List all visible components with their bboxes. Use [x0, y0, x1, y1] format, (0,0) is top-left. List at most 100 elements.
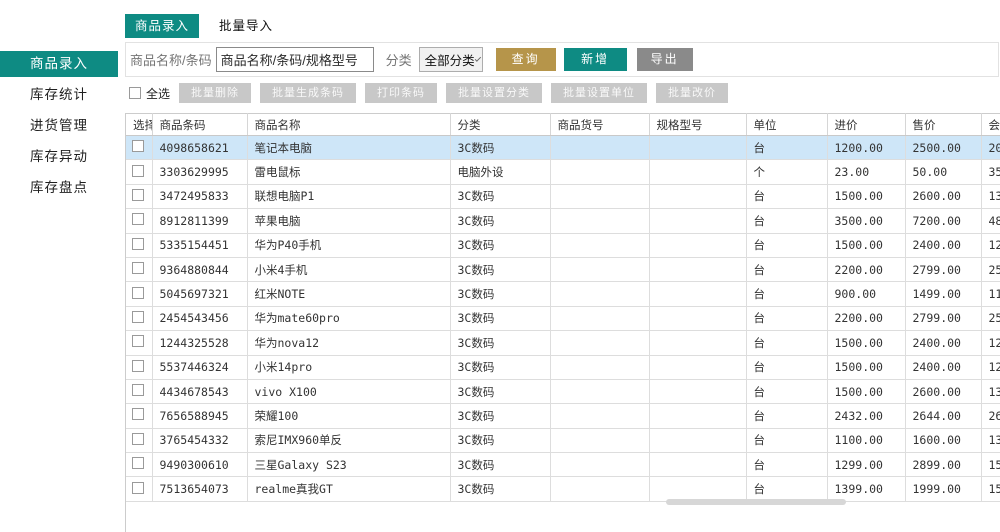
table-row[interactable]: 3765454332 索尼IMX960单反 3C数码 台 1100.00 160…	[126, 428, 1000, 452]
cell-name: 索尼IMX960单反	[247, 428, 450, 452]
cell-cost: 3500.00	[827, 209, 905, 233]
tab[interactable]: 批量导入	[209, 14, 283, 38]
sidebar-item[interactable]: 库存盘点	[0, 175, 118, 201]
table-row[interactable]: 9364880844 小米4手机 3C数码 台 2200.00 2799.00 …	[126, 257, 1000, 281]
table-row[interactable]: 5335154451 华为P40手机 3C数码 台 1500.00 2400.0…	[126, 233, 1000, 257]
table-row[interactable]: 7656588945 荣耀100 3C数码 台 2432.00 2644.00 …	[126, 404, 1000, 428]
cell-spec	[649, 282, 746, 306]
tab[interactable]: 商品录入	[125, 14, 199, 38]
cell-cost: 1500.00	[827, 379, 905, 403]
table-row[interactable]: 1244325528 华为nova12 3C数码 台 1500.00 2400.…	[126, 331, 1000, 355]
row-checkbox[interactable]	[132, 335, 144, 347]
row-checkbox[interactable]	[132, 287, 144, 299]
cell-sku	[550, 160, 649, 184]
table-row[interactable]: 8912811399 苹果电脑 3C数码 台 3500.00 7200.00 4…	[126, 209, 1000, 233]
cell-price: 2500.00	[905, 136, 981, 160]
cell-category: 3C数码	[450, 404, 550, 428]
cell-unit: 台	[746, 355, 827, 379]
cell-category: 3C数码	[450, 331, 550, 355]
category-select-value: 全部分类	[425, 50, 475, 69]
cell-sku	[550, 477, 649, 501]
sidebar-item[interactable]: 商品录入	[0, 51, 118, 77]
table-row[interactable]: 9490300610 三星Galaxy S23 3C数码 台 1299.00 2…	[126, 453, 1000, 477]
table-row[interactable]: 2454543456 华为mate60pro 3C数码 台 2200.00 27…	[126, 306, 1000, 330]
cell-price: 2400.00	[905, 355, 981, 379]
cell-member: 25	[981, 306, 1000, 330]
table-row[interactable]: 7513654073 realme真我GT 3C数码 台 1399.00 199…	[126, 477, 1000, 501]
cell-unit: 台	[746, 379, 827, 403]
add-button[interactable]: 新增	[564, 48, 627, 71]
row-checkbox[interactable]	[132, 189, 144, 201]
row-checkbox[interactable]	[132, 457, 144, 469]
table-row[interactable]: 5045697321 红米NOTE 3C数码 台 900.00 1499.00 …	[126, 282, 1000, 306]
cell-sku	[550, 404, 649, 428]
row-checkbox[interactable]	[132, 408, 144, 420]
row-checkbox[interactable]	[132, 165, 144, 177]
sidebar-item[interactable]: 库存统计	[0, 82, 118, 108]
cell-unit: 台	[746, 257, 827, 281]
cell-price: 2600.00	[905, 184, 981, 208]
table-row[interactable]: 4098658621 笔记本电脑 3C数码 台 1200.00 2500.00 …	[126, 136, 1000, 160]
cell-unit: 台	[746, 331, 827, 355]
cell-barcode: 4434678543	[152, 379, 247, 403]
sidebar-item[interactable]: 进货管理	[0, 113, 118, 139]
table-row[interactable]: 3472495833 联想电脑P1 3C数码 台 1500.00 2600.00…	[126, 184, 1000, 208]
cell-member: 25	[981, 257, 1000, 281]
cell-category: 3C数码	[450, 306, 550, 330]
cell-price: 2799.00	[905, 257, 981, 281]
row-checkbox[interactable]	[132, 384, 144, 396]
cell-name: 华为P40手机	[247, 233, 450, 257]
product-search-label: 商品名称/条码	[130, 50, 212, 69]
product-search-input[interactable]	[216, 47, 374, 72]
cell-sku	[550, 355, 649, 379]
cell-member: 35	[981, 160, 1000, 184]
cell-member: 13	[981, 184, 1000, 208]
row-checkbox[interactable]	[132, 238, 144, 250]
cell-name: 雷电鼠标	[247, 160, 450, 184]
row-checkbox[interactable]	[132, 311, 144, 323]
cell-member: 12	[981, 233, 1000, 257]
cell-sku	[550, 453, 649, 477]
cell-unit: 个	[746, 160, 827, 184]
horizontal-scrollbar-thumb[interactable]	[666, 499, 846, 505]
cell-cost: 900.00	[827, 282, 905, 306]
cell-spec	[649, 257, 746, 281]
table-header-cell: 分类	[450, 114, 550, 136]
batch-button[interactable]: 批量生成条码	[260, 83, 356, 103]
cell-sku	[550, 184, 649, 208]
product-table-container: 选择 商品条码 商品名称 分类 商品货号 规格型号 单位 进价	[125, 113, 1000, 532]
cell-category: 3C数码	[450, 379, 550, 403]
cell-cost: 1500.00	[827, 331, 905, 355]
row-checkbox[interactable]	[132, 433, 144, 445]
row-checkbox[interactable]	[132, 482, 144, 494]
export-button[interactable]: 导出	[637, 48, 693, 71]
query-button[interactable]: 查询	[496, 48, 556, 71]
cell-barcode: 3765454332	[152, 428, 247, 452]
batch-button[interactable]: 批量设置分类	[446, 83, 542, 103]
row-checkbox[interactable]	[132, 213, 144, 225]
table-row[interactable]: 4434678543 vivo X100 3C数码 台 1500.00 2600…	[126, 379, 1000, 403]
cell-cost: 1500.00	[827, 184, 905, 208]
cell-spec	[649, 306, 746, 330]
row-checkbox[interactable]	[132, 262, 144, 274]
cell-unit: 台	[746, 428, 827, 452]
row-checkbox[interactable]	[132, 360, 144, 372]
batch-buttons: 批量删除 批量生成条码 打印条码 批量设置分类 批量设置单位 批量改价	[170, 83, 728, 103]
table-row[interactable]: 3303629995 雷电鼠标 电脑外设 个 23.00 50.00 35	[126, 160, 1000, 184]
cell-barcode: 7656588945	[152, 404, 247, 428]
row-checkbox[interactable]	[132, 140, 144, 152]
sidebar-item[interactable]: 库存异动	[0, 144, 118, 170]
batch-button[interactable]: 批量设置单位	[551, 83, 647, 103]
category-select[interactable]: 全部分类	[419, 47, 483, 72]
table-row[interactable]: 5537446324 小米14pro 3C数码 台 1500.00 2400.0…	[126, 355, 1000, 379]
batch-button[interactable]: 打印条码	[365, 83, 437, 103]
cell-price: 1600.00	[905, 428, 981, 452]
table-header-cell: 商品条码	[152, 114, 247, 136]
batch-button[interactable]: 批量改价	[656, 83, 728, 103]
select-all-checkbox[interactable]	[129, 87, 141, 99]
batch-button[interactable]: 批量删除	[179, 83, 251, 103]
tab-bar: 商品录入 批量导入	[125, 14, 283, 38]
cell-cost: 1500.00	[827, 355, 905, 379]
cell-unit: 台	[746, 282, 827, 306]
cell-spec	[649, 477, 746, 501]
